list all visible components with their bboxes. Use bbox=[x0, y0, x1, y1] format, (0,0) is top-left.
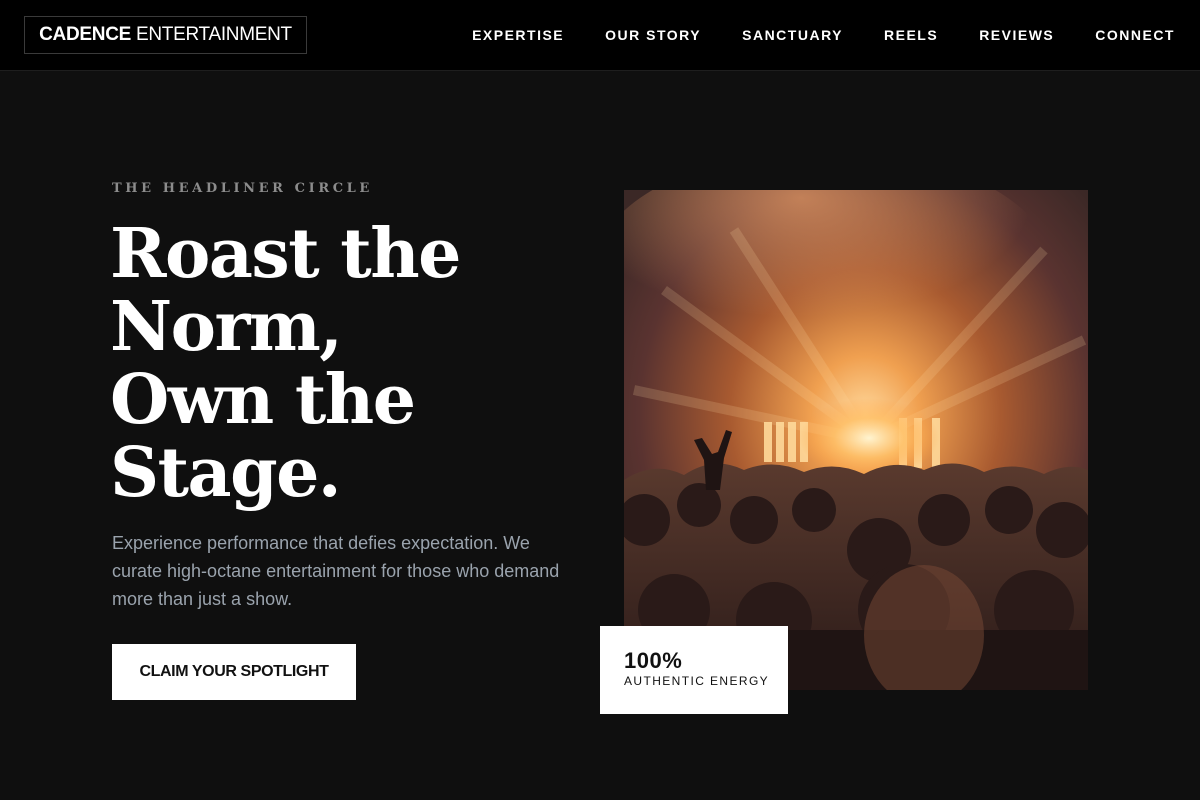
nav-item-our-story[interactable]: OUR STORY bbox=[605, 27, 701, 43]
hero-description: Experience performance that defies expec… bbox=[112, 533, 560, 609]
nav-item-connect[interactable]: CONNECT bbox=[1095, 27, 1175, 43]
stat-value: 100% bbox=[624, 648, 683, 673]
brand-logo[interactable]: CADENCE ENTERTAINMENT bbox=[24, 16, 307, 54]
brand-name-bold: CADENCE bbox=[39, 24, 131, 45]
main-nav: EXPERTISE OUR STORY SANCTUARY REELS REVI… bbox=[472, 0, 1175, 70]
nav-item-reviews[interactable]: REVIEWS bbox=[979, 27, 1054, 43]
nav-item-sanctuary[interactable]: SANCTUARY bbox=[742, 27, 843, 43]
stat-card: 100% AUTHENTIC ENERGY bbox=[600, 626, 788, 714]
headline-line: Norm, bbox=[110, 287, 343, 367]
claim-spotlight-button[interactable]: CLAIM YOUR SPOTLIGHT bbox=[112, 644, 356, 700]
nav-item-reels[interactable]: REELS bbox=[884, 27, 938, 43]
hero-eyebrow: THE HEADLINER CIRCLE bbox=[112, 181, 373, 196]
headline-line: Roast the bbox=[110, 214, 461, 294]
site-header: CADENCE ENTERTAINMENT EXPERTISE OUR STORY… bbox=[0, 0, 1200, 71]
hero-headline: Roast the Norm, Own the Stage. bbox=[110, 218, 580, 510]
stat-label: AUTHENTIC ENERGY bbox=[624, 674, 770, 688]
nav-item-expertise[interactable]: EXPERTISE bbox=[472, 27, 564, 43]
concert-crowd-image bbox=[624, 190, 1088, 690]
brand-name-light: ENTERTAINMENT bbox=[136, 24, 292, 45]
headline-line: Stage. bbox=[110, 433, 342, 513]
headline-line: Own the bbox=[110, 360, 416, 440]
